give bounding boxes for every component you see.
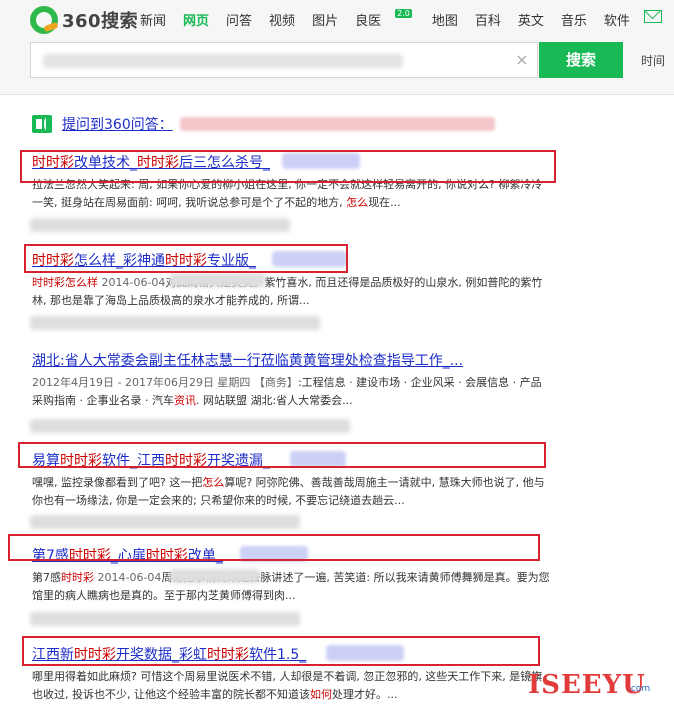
keyword-highlight: 怎么: [346, 196, 369, 209]
speaker-icon: [32, 115, 52, 133]
highlight-box: [18, 442, 546, 468]
text-segment: 哪里用得着如此麻烦? 可惜这个周易里说医术不错, 人却很是不着调, 忽正忽邪的,…: [32, 670, 543, 701]
keyword-highlight: 如何: [310, 688, 332, 701]
highlight-box: [24, 244, 348, 273]
tab-music[interactable]: 音乐: [561, 10, 587, 29]
result-snippet: 嘿嘿, 监控录像都看到了吧? 这一把怎么算呢? 阿弥陀佛、善哉善哉周施主一请就中…: [32, 474, 552, 510]
ask-360-qa[interactable]: 提问到360问答：: [32, 114, 173, 134]
highlight-box: [20, 150, 556, 183]
nav-tabs: 新闻 网页 问答 视频 图片 良医 2.0 地图 百科 英文 音乐 软件: [140, 9, 647, 29]
blurred-query-text: [180, 117, 495, 131]
tab-baike[interactable]: 百科: [475, 10, 501, 29]
logo-icon: [30, 6, 58, 34]
tab-software[interactable]: 软件: [604, 10, 630, 29]
tab-doctor[interactable]: 良医 2.0: [355, 9, 415, 29]
keyword-highlight: 资讯: [173, 394, 196, 407]
blurred-url: [30, 419, 350, 433]
blurred-url: [30, 612, 300, 626]
tab-video[interactable]: 视频: [269, 10, 295, 29]
clear-icon[interactable]: ×: [515, 51, 529, 69]
tab-doctor-label: 良医: [355, 14, 382, 29]
text-segment: 处理才好。...: [332, 688, 398, 701]
tab-english[interactable]: 英文: [518, 10, 544, 29]
highlight-box: [22, 636, 540, 666]
search-input[interactable]: ×: [30, 42, 538, 78]
logo-text: 360搜索: [62, 11, 139, 32]
text-segment: 第7感: [32, 571, 61, 584]
version-badge: 2.0: [395, 9, 412, 18]
tab-map[interactable]: 地图: [432, 10, 458, 29]
text-segment: 嘿嘿, 监控录像都看到了吧? 这一把: [32, 476, 203, 489]
blurred-query: [43, 54, 403, 68]
result-date: 2012年4月19日 - 2017年06月29日 星期四 【商务】: [32, 376, 298, 389]
text-segment: . 网站联盟 湖北:省人大常委会...: [195, 394, 353, 407]
result-snippet: 第7感时时彩 2014-06-04周易把事情的来龙去脉讲述了一遍, 苦笑道: 所…: [32, 569, 552, 605]
blurred-date: [170, 273, 265, 287]
text-segment: 现在...: [368, 196, 401, 209]
blurred-url: [30, 316, 320, 330]
result-date: 2014-06-04: [94, 571, 162, 584]
result-snippet: 2012年4月19日 - 2017年06月29日 星期四 【商务】:工程信息 ·…: [32, 374, 552, 410]
tab-news[interactable]: 新闻: [140, 10, 166, 29]
highlight-box: [8, 534, 540, 561]
time-filter-link[interactable]: 时间: [641, 52, 665, 69]
keyword-highlight: 怎么: [202, 476, 225, 489]
search-button[interactable]: 搜索: [539, 42, 623, 78]
tab-qa[interactable]: 问答: [226, 10, 252, 29]
blurred-url: [30, 515, 300, 529]
watermark-sub: .com: [628, 684, 651, 694]
result-title[interactable]: 湖北:省人大常委会副主任林志慧一行莅临黄黄管理处检查指导工作_...: [32, 353, 463, 369]
blurred-url: [30, 218, 290, 232]
blurred-date: [170, 569, 260, 583]
logo[interactable]: 360搜索: [30, 6, 138, 34]
top-bar: 360搜索 新闻 网页 问答 视频 图片 良医 2.0 地图 百科 英文 音乐 软…: [0, 0, 674, 95]
mail-icon[interactable]: [644, 10, 662, 23]
ask-360-qa-link[interactable]: 提问到360问答：: [62, 114, 173, 134]
keyword-highlight: 时时彩: [61, 571, 94, 584]
keyword-highlight: 时时彩怎么样: [32, 276, 98, 289]
search-result-3: 湖北:省人大常委会副主任林志慧一行莅临黄黄管理处检查指导工作_... 2012年…: [32, 350, 552, 410]
result-snippet: 时时彩怎么样 2014-06-04对此周易只是笑笑。紫竹喜水, 而且还得是品质极…: [32, 274, 552, 310]
result-snippet: 哪里用得着如此麻烦? 可惜这个周易里说医术不错, 人却很是不着调, 忽正忽邪的,…: [32, 668, 552, 704]
tab-images[interactable]: 图片: [312, 10, 338, 29]
result-date: 2014-06-04: [98, 276, 166, 289]
text-segment: 湖北:省人大常委会副主任林志慧一行莅临黄黄管理处检查指导工作_...: [32, 353, 464, 369]
tab-web[interactable]: 网页: [183, 10, 209, 29]
